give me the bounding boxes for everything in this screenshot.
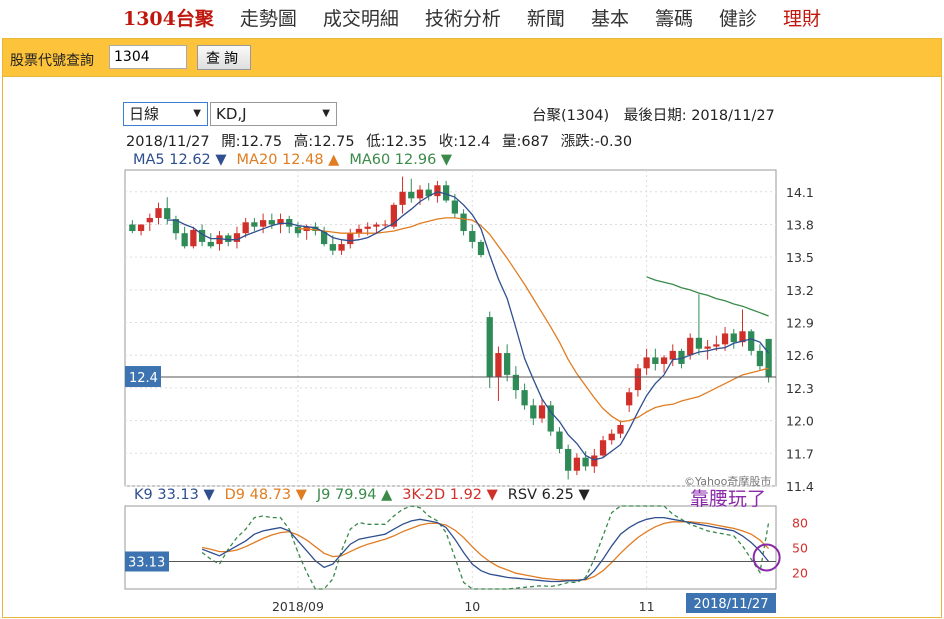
price-tick-label: 13.5 <box>786 250 814 265</box>
candle-body <box>748 331 755 351</box>
kd-tick-label: 20 <box>792 565 808 580</box>
price-tick-label: 11.7 <box>786 446 814 461</box>
candle-body <box>608 433 615 441</box>
kd-tick-label: 80 <box>792 516 808 531</box>
candle-body <box>408 191 415 199</box>
candle-body <box>164 208 171 220</box>
candle-body <box>687 337 694 356</box>
candle-body <box>530 405 537 419</box>
candle-body <box>355 228 363 234</box>
last-date-label: 2018/11/27 <box>694 597 769 612</box>
candle-body <box>416 189 424 199</box>
candle-body <box>251 222 258 227</box>
candle-body <box>207 241 214 247</box>
candle-body <box>216 235 223 245</box>
candle-body <box>338 244 345 251</box>
price-tick-label: 13.8 <box>786 217 814 232</box>
candle-body <box>268 220 275 225</box>
candle-body <box>190 229 197 247</box>
candle-body <box>538 405 546 419</box>
stock-chart: 14.1 13.8 13.5 13.2 12.9 12.6 12.3 12.0 11.7 11.4… <box>124 169 814 614</box>
candle-body <box>137 224 145 232</box>
candle-body <box>713 344 720 347</box>
candle-body <box>155 208 162 218</box>
candle-body <box>460 213 467 232</box>
candle-body <box>146 217 153 223</box>
candle-body <box>451 200 458 214</box>
ma60-line <box>646 276 769 317</box>
price-tick-label: 12.0 <box>786 414 814 429</box>
price-tick-label: 12.6 <box>786 348 814 363</box>
candle-body <box>521 390 528 406</box>
kd-plot-frame <box>124 505 777 590</box>
candle-body <box>704 346 711 349</box>
candle-body <box>347 233 354 245</box>
candle-body <box>591 455 598 467</box>
current-price-label: 12.4 <box>129 371 158 386</box>
current-k-label: 33.13 <box>128 556 165 571</box>
callout-text: 靠腰玩了 <box>690 488 767 510</box>
candle-body <box>294 226 302 234</box>
candle-body <box>381 224 389 226</box>
price-tick-label: 12.9 <box>786 316 814 331</box>
price-tick-label: 12.3 <box>786 381 814 396</box>
ma5-line <box>167 191 770 461</box>
candle-body <box>225 235 232 242</box>
k-line <box>201 516 770 583</box>
candle-body <box>364 226 371 229</box>
candle-body <box>643 357 650 369</box>
candle-body <box>573 457 581 471</box>
price-tick-label: 11.4 <box>786 479 814 494</box>
candle-body <box>556 431 563 449</box>
candle-body <box>129 224 136 232</box>
kd-tick-label: 50 <box>792 541 808 556</box>
candle-body <box>434 185 441 197</box>
candle-body <box>626 392 633 406</box>
candle-body <box>695 337 703 349</box>
candle-body <box>399 191 406 205</box>
candle-body <box>582 457 589 467</box>
x-tick-label: 10 <box>464 599 480 614</box>
candle-body <box>765 338 772 378</box>
candle-body <box>599 440 607 456</box>
ma20-line <box>298 217 769 423</box>
candle-body <box>469 231 476 242</box>
x-tick-label: 2018/09 <box>272 599 324 614</box>
candle-body <box>730 333 737 343</box>
candle-body <box>669 350 676 360</box>
candle-body <box>756 350 764 367</box>
candle-body <box>660 357 668 364</box>
candle-body <box>495 353 502 378</box>
candle-body <box>634 368 642 391</box>
price-tick-label: 14.1 <box>786 185 814 200</box>
candle-body <box>486 317 493 378</box>
price-tick-label: 13.2 <box>786 283 814 298</box>
candle-body <box>373 224 380 227</box>
j-line <box>201 505 770 590</box>
candle-body <box>242 222 249 234</box>
candle-body <box>233 233 241 242</box>
candle-body <box>259 220 267 227</box>
candle-body <box>329 244 336 251</box>
candle-body <box>477 241 485 255</box>
candle-body <box>652 357 659 364</box>
x-tick-label: 11 <box>639 599 655 614</box>
candle-body <box>721 333 729 345</box>
candle-body <box>617 424 624 434</box>
candle-body <box>181 233 188 247</box>
candle-body <box>565 448 572 471</box>
candle-body <box>504 353 511 375</box>
